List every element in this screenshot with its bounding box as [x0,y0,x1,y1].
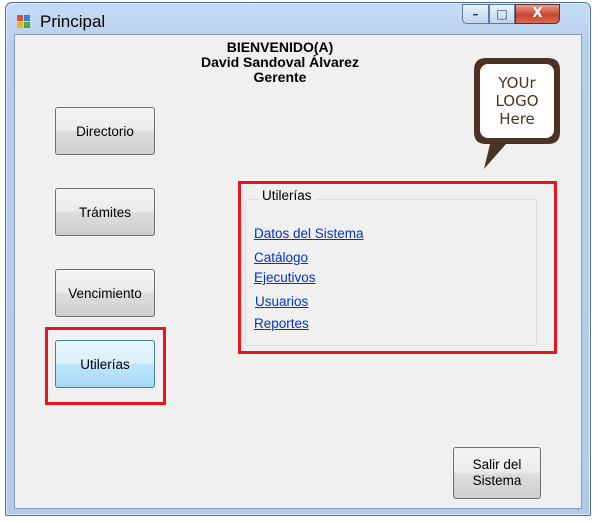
highlight-utilerias-panel [238,181,557,354]
welcome-header: BIENVENIDO(A) David Sandoval Álvarez Ger… [165,40,395,85]
logo-text-2: LOGO [495,92,538,110]
vencimiento-button[interactable]: Vencimiento [55,269,155,317]
window-title: Principal [40,12,106,31]
maximize-button[interactable]: □ [489,4,515,24]
close-button[interactable]: X [515,4,560,24]
logo-text-1: YOUr [497,74,536,92]
company-logo: YOUr LOGO Here [474,58,560,169]
directorio-button[interactable]: Directorio [55,107,155,155]
app-icon [17,15,33,29]
user-name: David Sandoval Álvarez [201,54,359,70]
maximize-icon: □ [496,7,508,21]
minimize-icon: – [472,7,479,21]
salir-label-line2: Sistema [472,473,522,488]
salir-label-line1: Salir del [472,457,522,472]
form-client-area: BIENVENIDO(A) David Sandoval Álvarez Ger… [14,34,582,509]
minimize-button[interactable]: – [462,4,489,24]
welcome-title: BIENVENIDO(A) [226,39,334,55]
highlight-utilerias-button [45,327,166,405]
user-role: Gerente [253,69,307,85]
close-icon: X [532,6,543,21]
logo-text-3: Here [499,110,535,128]
salir-del-sistema-button[interactable]: Salir del Sistema [453,447,541,499]
main-window: Principal – □ X BIENVENIDO(A) David Sand… [5,2,591,516]
tramites-button[interactable]: Trámites [55,188,155,236]
title-bar[interactable]: Principal – □ X [6,3,590,35]
